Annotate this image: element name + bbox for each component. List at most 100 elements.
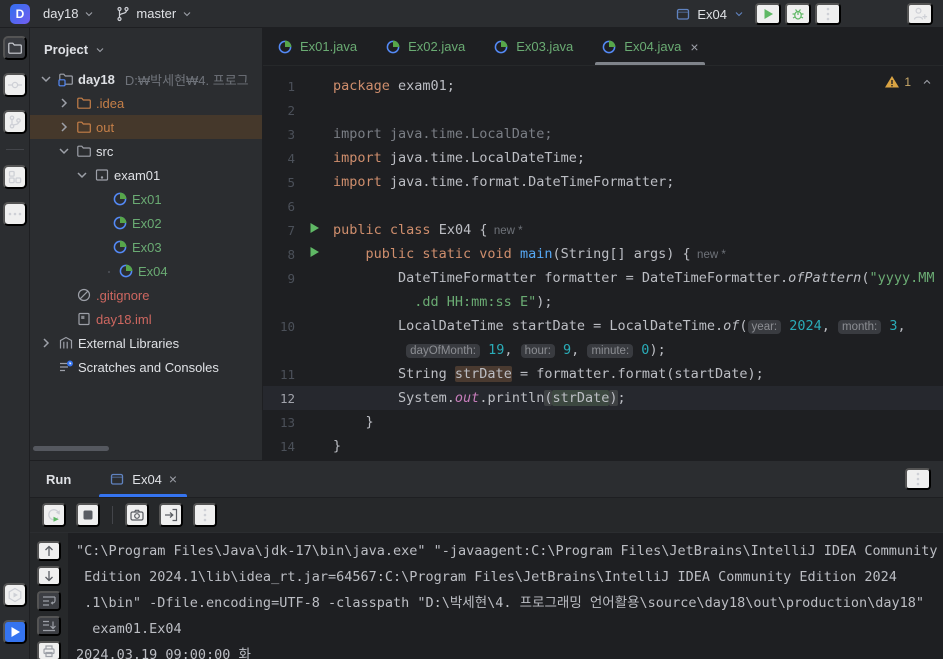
code-line-8[interactable]: 8 public static void main(String[] args)… bbox=[263, 242, 943, 266]
warning-count: 1 bbox=[904, 75, 911, 89]
code-line-1[interactable]: 1 package exam01; bbox=[263, 74, 943, 98]
code-line-4[interactable]: 4 import java.time.LocalDateTime; bbox=[263, 146, 943, 170]
project-panel-header[interactable]: Project bbox=[30, 28, 262, 63]
branch-widget[interactable]: master bbox=[108, 3, 200, 25]
tree-item-external-libraries[interactable]: External Libraries bbox=[30, 331, 262, 355]
chevron-down-icon bbox=[181, 8, 193, 20]
project-widget[interactable]: day18 bbox=[36, 3, 102, 24]
project-logo[interactable]: D bbox=[10, 3, 30, 24]
run-config-selector[interactable]: Ex04 bbox=[669, 4, 751, 24]
more-tool-windows-button[interactable] bbox=[2, 202, 27, 226]
kebab-icon bbox=[820, 6, 836, 22]
tree-item-label: Ex01 bbox=[132, 191, 162, 207]
run-tool-button[interactable] bbox=[2, 620, 27, 644]
close-icon[interactable]: × bbox=[169, 471, 177, 487]
run-tab[interactable]: Ex04 × bbox=[99, 461, 187, 497]
next-occurrence-button[interactable] bbox=[37, 566, 61, 586]
tree-selection bbox=[108, 271, 110, 273]
expand-toggle[interactable] bbox=[38, 335, 54, 351]
version-control-tool-button[interactable] bbox=[2, 110, 27, 134]
screenshot-button[interactable] bbox=[125, 503, 149, 527]
code-line-9[interactable]: 9 DateTimeFormatter formatter = DateTime… bbox=[263, 266, 943, 290]
code-with-me-button[interactable] bbox=[907, 3, 933, 25]
code-line-14[interactable]: 14} bbox=[263, 434, 943, 458]
chevron-up-icon bbox=[921, 76, 933, 88]
more-options-button[interactable] bbox=[193, 503, 217, 527]
project-tool-button[interactable] bbox=[2, 36, 27, 60]
tree-item-label: Ex02 bbox=[132, 215, 162, 231]
code-line-9-wrap[interactable]: .dd HH:mm:ss E"); bbox=[263, 290, 943, 314]
tree-item--idea[interactable]: .idea bbox=[30, 91, 262, 115]
more-options-icon bbox=[197, 507, 213, 523]
scroll-to-end-button[interactable] bbox=[37, 616, 61, 636]
structure-tool-button[interactable] bbox=[2, 165, 27, 189]
code-line-11[interactable]: 11 String strDate = formatter.format(sta… bbox=[263, 362, 943, 386]
tree-item-out[interactable]: out bbox=[30, 115, 262, 139]
detach-button[interactable] bbox=[159, 503, 183, 527]
tree-item-label: External Libraries bbox=[78, 335, 180, 351]
run-config-icon bbox=[675, 6, 691, 22]
code-line-10-wrap[interactable]: dayOfMonth: 19, hour: 9, minute: 0); bbox=[263, 338, 943, 362]
rerun-button[interactable] bbox=[42, 503, 66, 527]
code-line-6[interactable]: 6 bbox=[263, 194, 943, 218]
tree-item-ex02[interactable]: Ex02 bbox=[30, 211, 262, 235]
code-editor[interactable]: 1 package exam01; 2 3 import java.time.Local… bbox=[263, 66, 943, 460]
stop-button[interactable] bbox=[76, 503, 100, 527]
code-line-3[interactable]: 3 import java.time.LocalDate; bbox=[263, 122, 943, 146]
titlebar: D day18 master Ex04 bbox=[0, 0, 943, 28]
commit-tool-button[interactable] bbox=[2, 73, 27, 97]
expand-toggle[interactable] bbox=[56, 143, 72, 159]
debug-button[interactable] bbox=[785, 3, 811, 25]
folder-icon bbox=[76, 143, 92, 159]
close-icon[interactable]: × bbox=[690, 39, 698, 55]
run-body: "C:\Program Files\Java\jdk-17\bin\java.e… bbox=[30, 533, 943, 659]
tree-item-exam01[interactable]: exam01 bbox=[30, 163, 262, 187]
project-panel: Project day18 D:₩박세현₩4. 프로그 .idea out src exa… bbox=[30, 28, 263, 460]
tree-item-scratches-and-consoles[interactable]: Scratches and Consoles bbox=[30, 355, 262, 379]
run-line-button[interactable] bbox=[306, 220, 322, 240]
editor-tab-ex01-java[interactable]: Ex01.java bbox=[263, 28, 371, 65]
code-line-5[interactable]: 5 import java.time.format.DateTimeFormatt… bbox=[263, 170, 943, 194]
run-line-button[interactable] bbox=[306, 244, 322, 264]
more-actions-button[interactable] bbox=[815, 3, 841, 25]
ignored-icon bbox=[76, 287, 92, 303]
editor-tab-ex04-java[interactable]: Ex04.java × bbox=[587, 28, 712, 65]
line-number: 14 bbox=[279, 438, 295, 454]
soft-wrap-button[interactable] bbox=[37, 591, 61, 611]
tool-window-stripe bbox=[0, 28, 30, 659]
console-output[interactable]: "C:\Program Files\Java\jdk-17\bin\java.e… bbox=[68, 533, 943, 659]
expand-toggle[interactable] bbox=[38, 71, 54, 87]
prev-occurrence-button[interactable] bbox=[37, 541, 61, 561]
rerun-icon bbox=[46, 507, 62, 523]
chevron-right-icon bbox=[56, 119, 72, 135]
tree-item-day18-iml[interactable]: day18.iml bbox=[30, 307, 262, 331]
line-number: 5 bbox=[287, 174, 295, 190]
horizontal-scrollbar[interactable] bbox=[33, 446, 109, 451]
tree-item-ex03[interactable]: Ex03 bbox=[30, 235, 262, 259]
code-line-2[interactable]: 2 bbox=[263, 98, 943, 122]
code-line-12[interactable]: 12 System.out.println(strDate); bbox=[263, 386, 943, 410]
tree-item-ex01[interactable]: Ex01 bbox=[30, 187, 262, 211]
run-panel-options-button[interactable] bbox=[905, 468, 931, 490]
expand-toggle[interactable] bbox=[74, 167, 90, 183]
tree-item--gitignore[interactable]: .gitignore bbox=[30, 283, 262, 307]
tree-item-src[interactable]: src bbox=[30, 139, 262, 163]
tree-item-ex04[interactable]: Ex04 bbox=[30, 259, 262, 283]
chevron-down-icon bbox=[38, 71, 54, 87]
code-line-13[interactable]: 13 } bbox=[263, 410, 943, 434]
inspection-widget[interactable]: 1 bbox=[884, 74, 933, 90]
expand-toggle[interactable] bbox=[56, 95, 72, 111]
code-text: } bbox=[333, 414, 374, 430]
expand-toggle[interactable] bbox=[56, 119, 72, 135]
code-line-10[interactable]: 10 LocalDateTime startDate = LocalDateTi… bbox=[263, 314, 943, 338]
run-button[interactable] bbox=[755, 3, 781, 25]
line-number: 6 bbox=[287, 198, 295, 214]
code-line-7[interactable]: 7 public class Ex04 { new * bbox=[263, 218, 943, 242]
editor-tab-ex03-java[interactable]: Ex03.java bbox=[479, 28, 587, 65]
print-button[interactable] bbox=[37, 641, 61, 659]
editor-tab-ex02-java[interactable]: Ex02.java bbox=[371, 28, 479, 65]
tree-item-day18[interactable]: day18 D:₩박세현₩4. 프로그 bbox=[30, 67, 262, 91]
services-tool-button[interactable] bbox=[2, 583, 27, 607]
code-text: package exam01; bbox=[333, 78, 455, 94]
code-text: import java.time.LocalDate; bbox=[333, 126, 553, 142]
